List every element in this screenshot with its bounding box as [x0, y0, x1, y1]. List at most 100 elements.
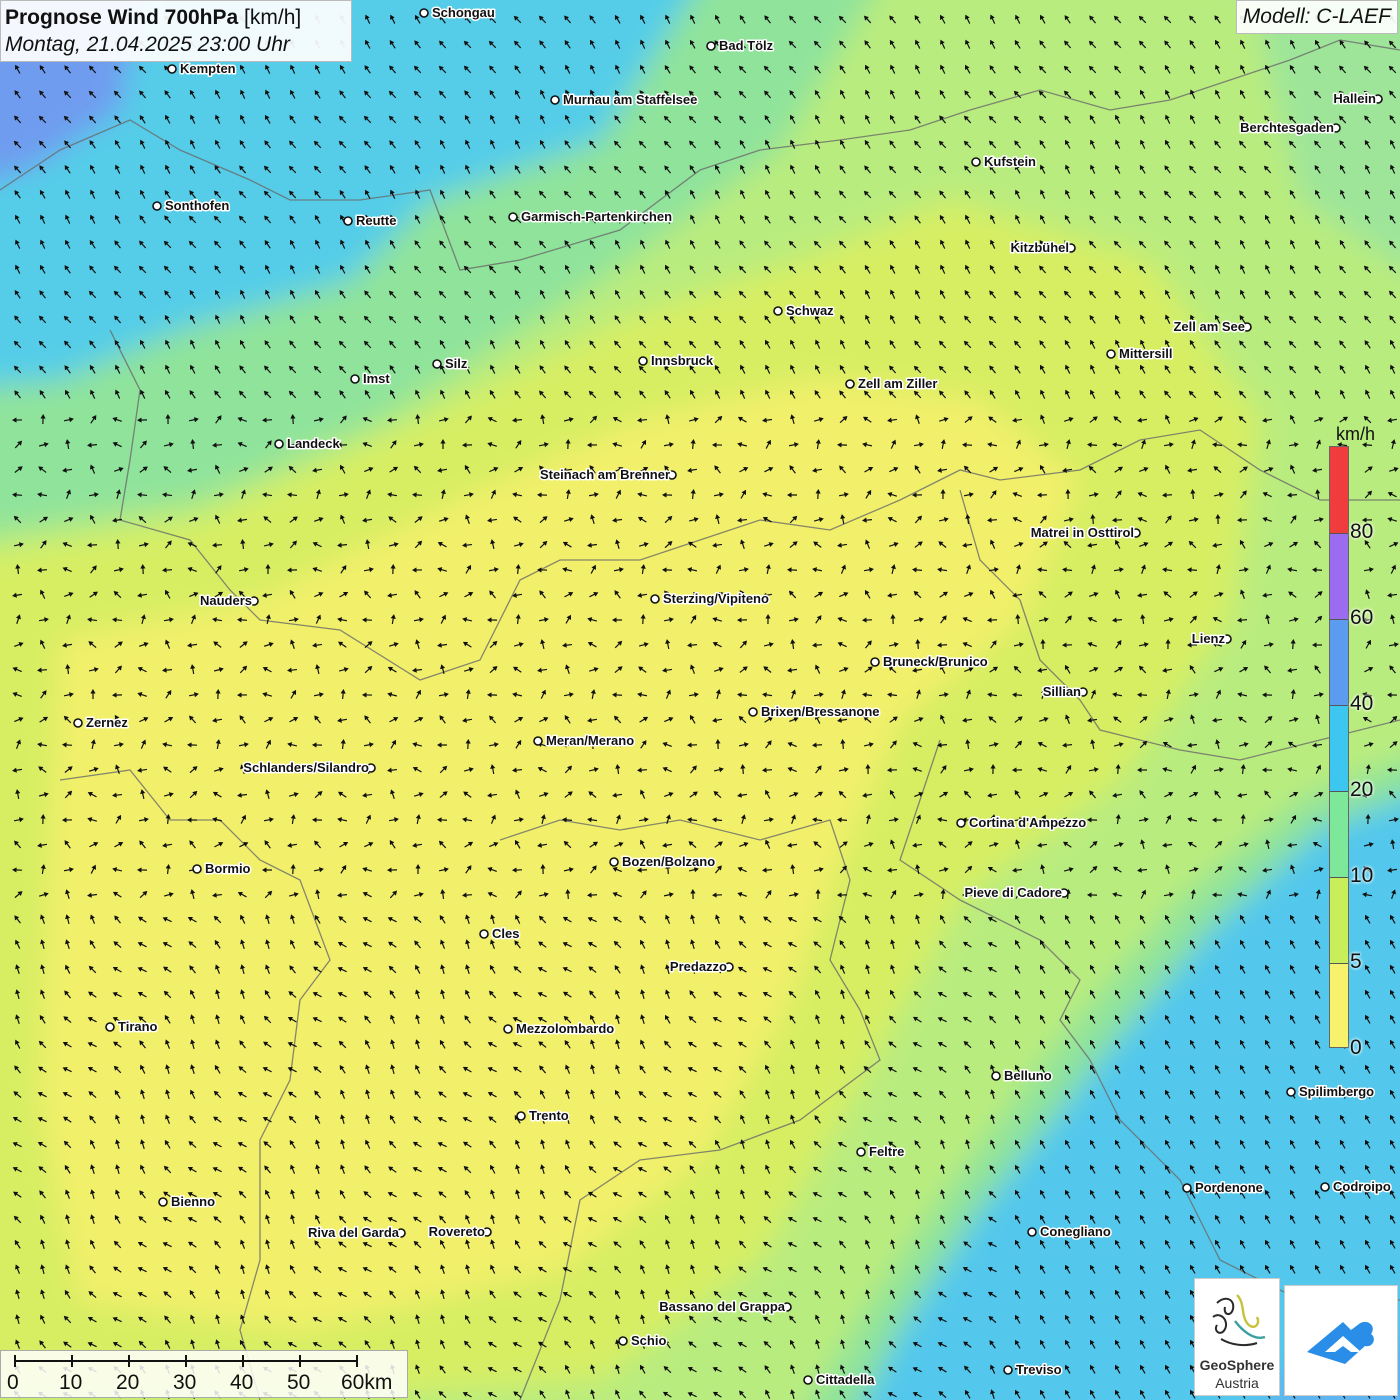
city-label: Nauders [200, 593, 252, 608]
city-label: Hallein [1333, 91, 1376, 106]
city-label: Mezzolombardo [516, 1021, 614, 1036]
city-dot [1106, 349, 1116, 359]
city-dot [618, 1336, 628, 1346]
legend-color-segment [1330, 963, 1348, 1047]
city-marker: Sterzing/Vipiteno [650, 590, 770, 608]
scale-label: 10 [59, 1371, 83, 1394]
forecast-datetime: Montag, 21.04.2025 23:00 Uhr [5, 33, 290, 56]
city-dot [1320, 1182, 1330, 1192]
city-dot [508, 212, 518, 222]
city-dot [609, 857, 619, 867]
city-marker: Pordenone [1182, 1179, 1264, 1197]
city-marker: Murnau am Staffelsee [550, 91, 699, 109]
city-label: Spilimbergo [1299, 1084, 1374, 1099]
legend-unit: km/h [1336, 424, 1376, 444]
legend-label: 20 [1350, 778, 1374, 801]
city-label: Sterzing/Vipiteno [663, 591, 769, 606]
city-dot [638, 356, 648, 366]
city-label: Bad Tölz [719, 38, 774, 53]
city-dot [419, 8, 429, 18]
city-label: Kempten [180, 61, 236, 76]
city-marker: Sonthofen [152, 197, 231, 215]
legend-label: 60 [1350, 606, 1374, 629]
legend-color-segment [1330, 791, 1348, 877]
city-dot [856, 1147, 866, 1157]
city-marker: Matrei in Osttirol [1029, 524, 1141, 542]
city-label: Trento [529, 1108, 569, 1123]
city-label: Bassano del Grappa [659, 1299, 785, 1314]
city-marker: Bruneck/Brunico [870, 653, 989, 671]
city-dot [550, 95, 560, 105]
scale-bar: 0 10 20 30 40 50 60km [0, 1350, 408, 1398]
city-marker: Berchtesgaden [1239, 119, 1341, 137]
city-dot [503, 1024, 513, 1034]
wind-map: Schongau Kempten Bad Tölz Murnau am Staffel… [0, 0, 1400, 1400]
city-marker: Hallein [1332, 90, 1383, 108]
city-dot [706, 41, 716, 51]
city-dot [773, 306, 783, 316]
city-marker: Cortina d'Ampezzo [956, 814, 1088, 832]
geosphere-logo[interactable]: GeoSphere Austria [1194, 1278, 1280, 1396]
city-marker: Riva del Garda [306, 1224, 406, 1242]
city-label: Zell am See [1173, 319, 1245, 334]
city-label: Sillian [1043, 684, 1081, 699]
city-label: Cittadella [816, 1372, 875, 1387]
map-title: Prognose Wind 700hPa [km/h] [5, 4, 347, 31]
city-label: Zell am Ziller [858, 376, 937, 391]
city-marker: Brixen/Bressanone [748, 703, 881, 721]
city-marker: Rovereto [427, 1223, 492, 1241]
city-dot [152, 201, 162, 211]
legend-label: 80 [1350, 520, 1374, 543]
city-dot [192, 864, 202, 874]
city-dot [650, 594, 660, 604]
city-label: Kitzbühel [1011, 240, 1070, 255]
city-marker: Garmisch-Partenkirchen [508, 208, 674, 226]
city-label: Bozen/Bolzano [622, 854, 715, 869]
city-marker: Sillian [1041, 683, 1088, 701]
city-marker: Bozen/Bolzano [609, 853, 717, 871]
city-label: Tirano [118, 1019, 158, 1034]
city-marker: Mezzolombardo [503, 1020, 616, 1038]
city-label: Treviso [1016, 1362, 1062, 1377]
legend-color-segment [1330, 533, 1348, 619]
city-label: Kufstein [984, 154, 1036, 169]
city-label: Reutte [356, 213, 396, 228]
legend-label: 40 [1350, 692, 1374, 715]
city-label: Schlanders/Silandro [243, 760, 369, 775]
city-label: Zernez [86, 715, 128, 730]
city-label: Lienz [1192, 631, 1226, 646]
city-label: Imst [363, 371, 390, 386]
city-label: Riva del Garda [308, 1225, 400, 1240]
scale-label: 40 [230, 1371, 254, 1394]
scale-label: 30 [173, 1371, 197, 1394]
city-label: Bienno [171, 1194, 215, 1209]
city-marker: Nauders [198, 592, 259, 610]
city-label: Innsbruck [651, 353, 714, 368]
city-label: Berchtesgaden [1240, 120, 1334, 135]
city-dot [158, 1197, 168, 1207]
city-dot [956, 818, 966, 828]
map-title-unit: [km/h] [244, 6, 302, 29]
city-label: Mittersill [1119, 346, 1172, 361]
scale-label: 50 [287, 1371, 311, 1394]
legend-label: 5 [1350, 950, 1362, 973]
city-dot [870, 657, 880, 667]
city-marker: Zell am See [1172, 318, 1252, 336]
legend-color-segment [1330, 619, 1348, 705]
weather-app-logo[interactable] [1284, 1285, 1398, 1396]
scale-label: 0 [7, 1371, 19, 1394]
city-label: Garmisch-Partenkirchen [521, 209, 672, 224]
scale-label: 60km [341, 1371, 393, 1394]
city-dot [533, 736, 543, 746]
city-dot [803, 1375, 813, 1385]
geosphere-emblem-icon [1212, 1294, 1266, 1347]
city-label: Meran/Merano [546, 733, 634, 748]
city-label: Schio [631, 1333, 666, 1348]
model-label: Modell: C-LAEF [1235, 0, 1398, 34]
city-label: Bormio [205, 861, 251, 876]
legend-label: 10 [1350, 864, 1374, 887]
city-label: Feltre [869, 1144, 904, 1159]
city-label: Predazzo [670, 959, 727, 974]
city-dot [105, 1022, 115, 1032]
color-legend: km/h 80 60 40 20 10 5 0 [1326, 418, 1386, 1059]
